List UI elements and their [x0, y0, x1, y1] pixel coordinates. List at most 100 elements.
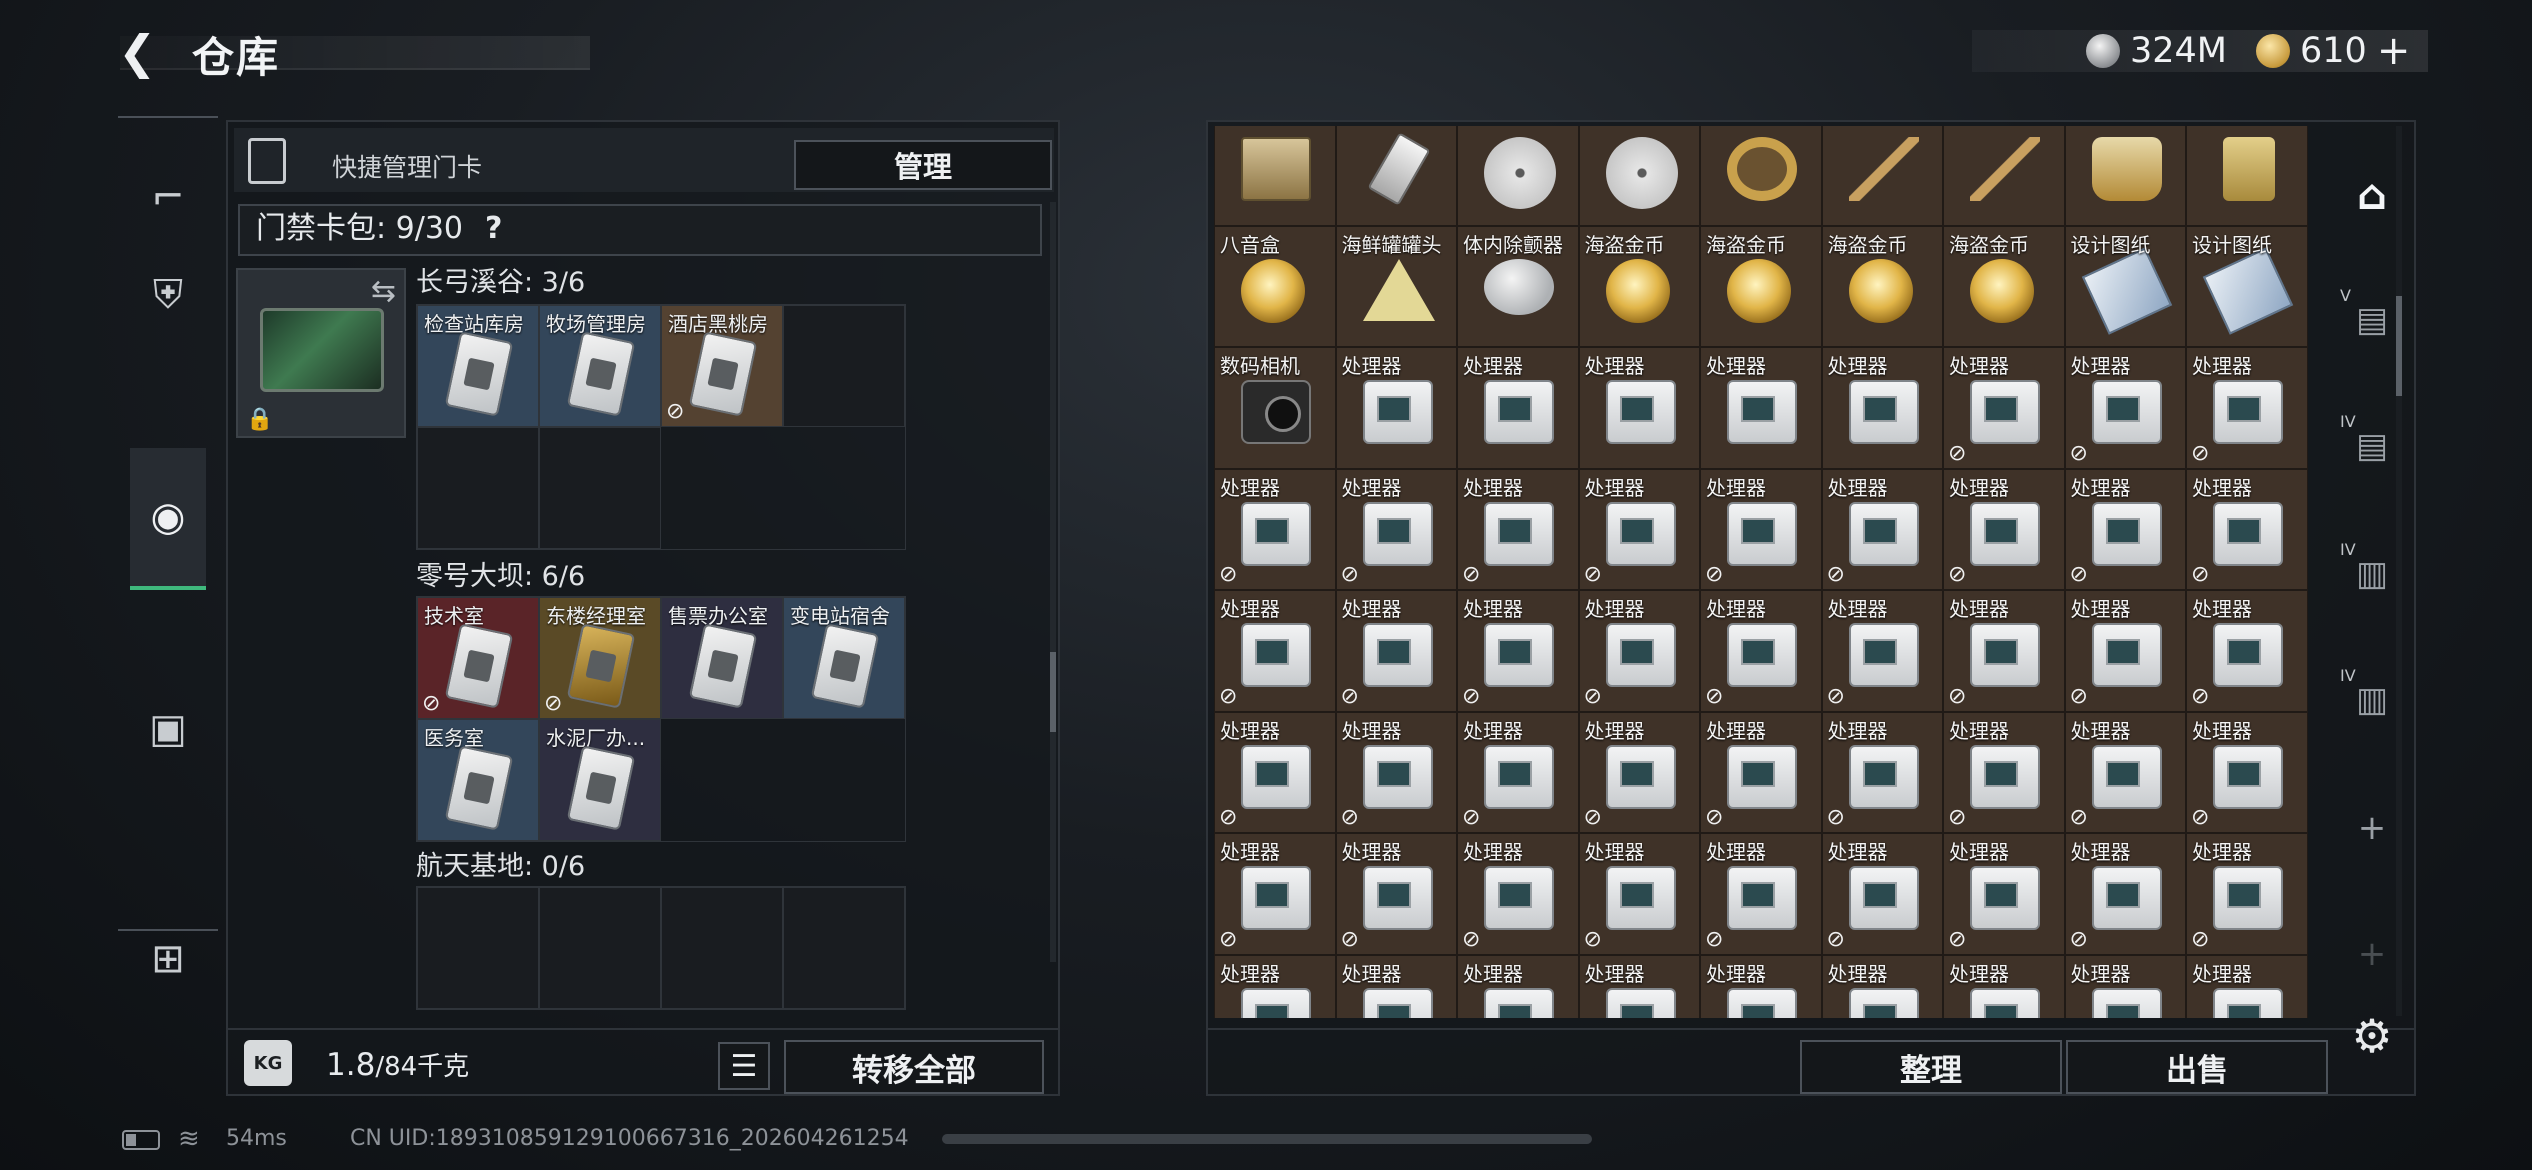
stash-item[interactable]: 处理器⊘	[1700, 711, 1822, 833]
keycard-slot[interactable]: 酒店黑桃房 ⊘	[661, 305, 783, 427]
empty-slot[interactable]	[783, 305, 905, 427]
keycard-slot[interactable]: 检查站库房	[417, 305, 539, 427]
stash-item[interactable]: 数码相机	[1214, 347, 1336, 469]
stash-item[interactable]	[1335, 126, 1457, 226]
stash-item[interactable]: 处理器⊘	[2186, 468, 2308, 590]
case-iv-c-icon[interactable]: ▥ IV	[2338, 666, 2406, 734]
stash-item[interactable]: 设计图纸	[2064, 225, 2186, 347]
stash-item[interactable]: 处理器	[1457, 347, 1579, 469]
empty-slot[interactable]	[539, 887, 661, 1009]
keycard-slot[interactable]: 东楼经理室 ⊘	[539, 597, 661, 719]
stash-item[interactable]	[1457, 126, 1579, 226]
case-icon[interactable]: ▣	[130, 658, 206, 800]
stash-item[interactable]	[1821, 126, 1943, 226]
empty-slot[interactable]	[539, 427, 661, 549]
stash-item[interactable]: 处理器⊘	[1335, 590, 1457, 712]
stash-item[interactable]: 海盗金币	[1700, 225, 1822, 347]
list-view-button[interactable]: ☰	[718, 1042, 770, 1090]
stash-item[interactable]: 处理器⊘	[2064, 833, 2186, 955]
keycard-holder[interactable]: ⇆ 🔒	[236, 268, 406, 438]
stash-item[interactable]: 处理器	[1578, 347, 1700, 469]
stash-item[interactable]: 处理器	[1700, 347, 1822, 469]
back-arrow-icon[interactable]: ❮	[118, 26, 168, 78]
stash-item[interactable]: 处理器⊘	[2186, 347, 2308, 469]
sell-button[interactable]: 出售	[2066, 1040, 2328, 1094]
stash-item[interactable]: 处理器⊘	[1821, 590, 1943, 712]
stash-item[interactable]: 处理器⊘	[1821, 833, 1943, 955]
stash-item[interactable]: 处理器⊘	[1943, 590, 2065, 712]
stash-item[interactable]: 处理器	[1821, 347, 1943, 469]
stash-item[interactable]	[1700, 126, 1822, 226]
backpack-icon[interactable]: ⛨	[130, 224, 206, 366]
stash-item[interactable]: 海盗金币	[1943, 225, 2065, 347]
stash-item[interactable]: 处理器⊘	[1457, 833, 1579, 955]
stash-item[interactable]: 处理器⊘	[2064, 468, 2186, 590]
stash-item[interactable]: 处理器⊘	[1335, 954, 1457, 1018]
manage-button[interactable]: 管理	[794, 140, 1052, 190]
scrollbar-thumb[interactable]	[1050, 652, 1056, 732]
stash-item[interactable]: 处理器⊘	[1700, 468, 1822, 590]
stash-item[interactable]: 处理器⊘	[1457, 711, 1579, 833]
empty-slot[interactable]	[417, 427, 539, 549]
stash-item[interactable]: 海盗金币	[1578, 225, 1700, 347]
stash-item[interactable]: 处理器⊘	[1214, 711, 1336, 833]
sort-button[interactable]: 整理	[1800, 1040, 2062, 1094]
keycard-slot[interactable]: 水泥厂办...	[539, 719, 661, 841]
keycard-slot[interactable]: 售票办公室	[661, 597, 783, 719]
keycard-slot[interactable]: 医务室	[417, 719, 539, 841]
stash-item[interactable]: 八音盒	[1214, 225, 1336, 347]
stash-item[interactable]: 处理器⊘	[2064, 954, 2186, 1018]
stash-item[interactable]: 处理器⊘	[1578, 954, 1700, 1018]
stash-item[interactable]: 处理器⊘	[1578, 711, 1700, 833]
stash-item[interactable]: 处理器⊘	[1214, 833, 1336, 955]
add-gold-icon[interactable]: +	[2377, 28, 2411, 74]
stash-item[interactable]: 处理器⊘	[1578, 590, 1700, 712]
stash-item[interactable]: 处理器⊘	[1335, 833, 1457, 955]
keycard-slot[interactable]: 牧场管理房	[539, 305, 661, 427]
keycard-slot[interactable]: 技术室 ⊘	[417, 597, 539, 719]
stash-item[interactable]: 处理器⊘	[1578, 833, 1700, 955]
empty-slot[interactable]	[783, 887, 905, 1009]
stash-item[interactable]: 海鲜罐罐头	[1335, 225, 1457, 347]
stash-item[interactable]: 处理器⊘	[1943, 711, 2065, 833]
stash-item[interactable]: 处理器⊘	[1821, 954, 1943, 1018]
stash-item[interactable]	[1214, 126, 1336, 226]
empty-slot[interactable]	[417, 887, 539, 1009]
help-icon[interactable]: ?	[485, 211, 502, 246]
stash-item[interactable]: 处理器⊘	[2064, 590, 2186, 712]
empty-slot[interactable]	[661, 887, 783, 1009]
stash-item[interactable]: 处理器⊘	[2064, 347, 2186, 469]
case-iv-b-icon[interactable]: ▥ IV	[2338, 540, 2406, 608]
bag-icon[interactable]: ◉	[130, 448, 206, 590]
stash-item[interactable]: 处理器⊘	[1214, 468, 1336, 590]
stash-item[interactable]: 处理器⊘	[2186, 833, 2308, 955]
stash-item[interactable]	[1943, 126, 2065, 226]
stash-item[interactable]: 处理器	[1335, 347, 1457, 469]
keycard-scrollbar[interactable]	[1050, 202, 1056, 962]
stash-item[interactable]: 处理器⊘	[2064, 711, 2186, 833]
toolbox-icon[interactable]: ⊞	[130, 888, 206, 1030]
stash-item[interactable]: 处理器⊘	[2186, 954, 2308, 1018]
stash-item[interactable]	[2064, 126, 2186, 226]
stash-item[interactable]: 处理器⊘	[1943, 347, 2065, 469]
stash-item[interactable]: 处理器⊘	[1700, 590, 1822, 712]
stash-item[interactable]: 处理器⊘	[1335, 711, 1457, 833]
add-case-dim-icon[interactable]: +	[2338, 920, 2406, 988]
home-vault-icon[interactable]: ⌂	[2338, 160, 2406, 228]
stash-item[interactable]: 处理器⊘	[2186, 711, 2308, 833]
currency-gold[interactable]: 610 +	[2256, 28, 2411, 74]
swap-icon[interactable]: ⇆	[371, 274, 396, 309]
stash-item[interactable]: 处理器⊘	[1943, 833, 2065, 955]
settings-icon[interactable]: ⚙	[2344, 1008, 2400, 1064]
stash-item[interactable]: 设计图纸	[2186, 225, 2308, 347]
stash-item[interactable]: 处理器⊘	[1214, 954, 1336, 1018]
stash-item[interactable]: 处理器⊘	[1821, 711, 1943, 833]
stash-item[interactable]: 处理器⊘	[1457, 468, 1579, 590]
stash-item[interactable]: 海盗金币	[1821, 225, 1943, 347]
case-iv-icon[interactable]: ▤ IV	[2338, 412, 2406, 480]
stash-item[interactable]: 处理器⊘	[1214, 590, 1336, 712]
stash-item[interactable]	[2186, 126, 2308, 226]
stash-item[interactable]	[1578, 126, 1700, 226]
stash-item[interactable]: 处理器⊘	[1457, 954, 1579, 1018]
keycard-slot[interactable]: 变电站宿舍	[783, 597, 905, 719]
